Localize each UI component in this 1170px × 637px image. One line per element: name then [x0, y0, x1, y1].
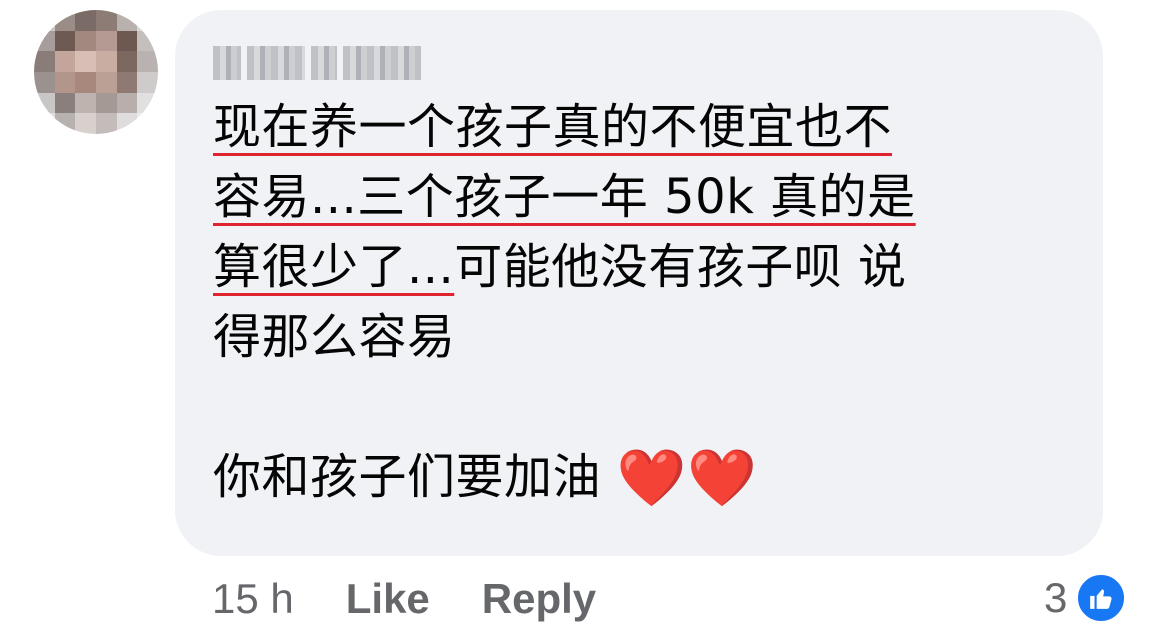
like-button[interactable]: Like	[346, 575, 430, 623]
thumbs-up-icon	[1075, 572, 1128, 624]
reply-button[interactable]: Reply	[482, 575, 596, 623]
reaction-count: 3	[1044, 574, 1068, 621]
timestamp[interactable]: 15 h	[212, 575, 294, 623]
comment-line-3a: 算很少了...	[213, 239, 455, 295]
commenter-name-redacted[interactable]	[213, 46, 421, 80]
comment-footer: 15 h Like Reply	[212, 575, 648, 623]
comment-text: 现在养一个孩子真的不便宜也不 容易...三个孩子一年 50k 真的是 算很少了.…	[213, 92, 1073, 512]
avatar[interactable]	[34, 10, 158, 134]
comment-line-4: 得那么容易	[213, 309, 456, 365]
comment-line-5: 你和孩子们要加油	[213, 449, 602, 505]
comment-line-2: 容易...三个孩子一年 50k 真的是	[213, 169, 916, 225]
reaction-summary[interactable]: 3	[1044, 572, 1128, 624]
heart-emoji: ❤️❤️	[616, 446, 758, 511]
comment-line-3b: 可能他没有孩子呗 说	[454, 239, 907, 295]
comment-line-1: 现在养一个孩子真的不便宜也不	[213, 99, 893, 155]
